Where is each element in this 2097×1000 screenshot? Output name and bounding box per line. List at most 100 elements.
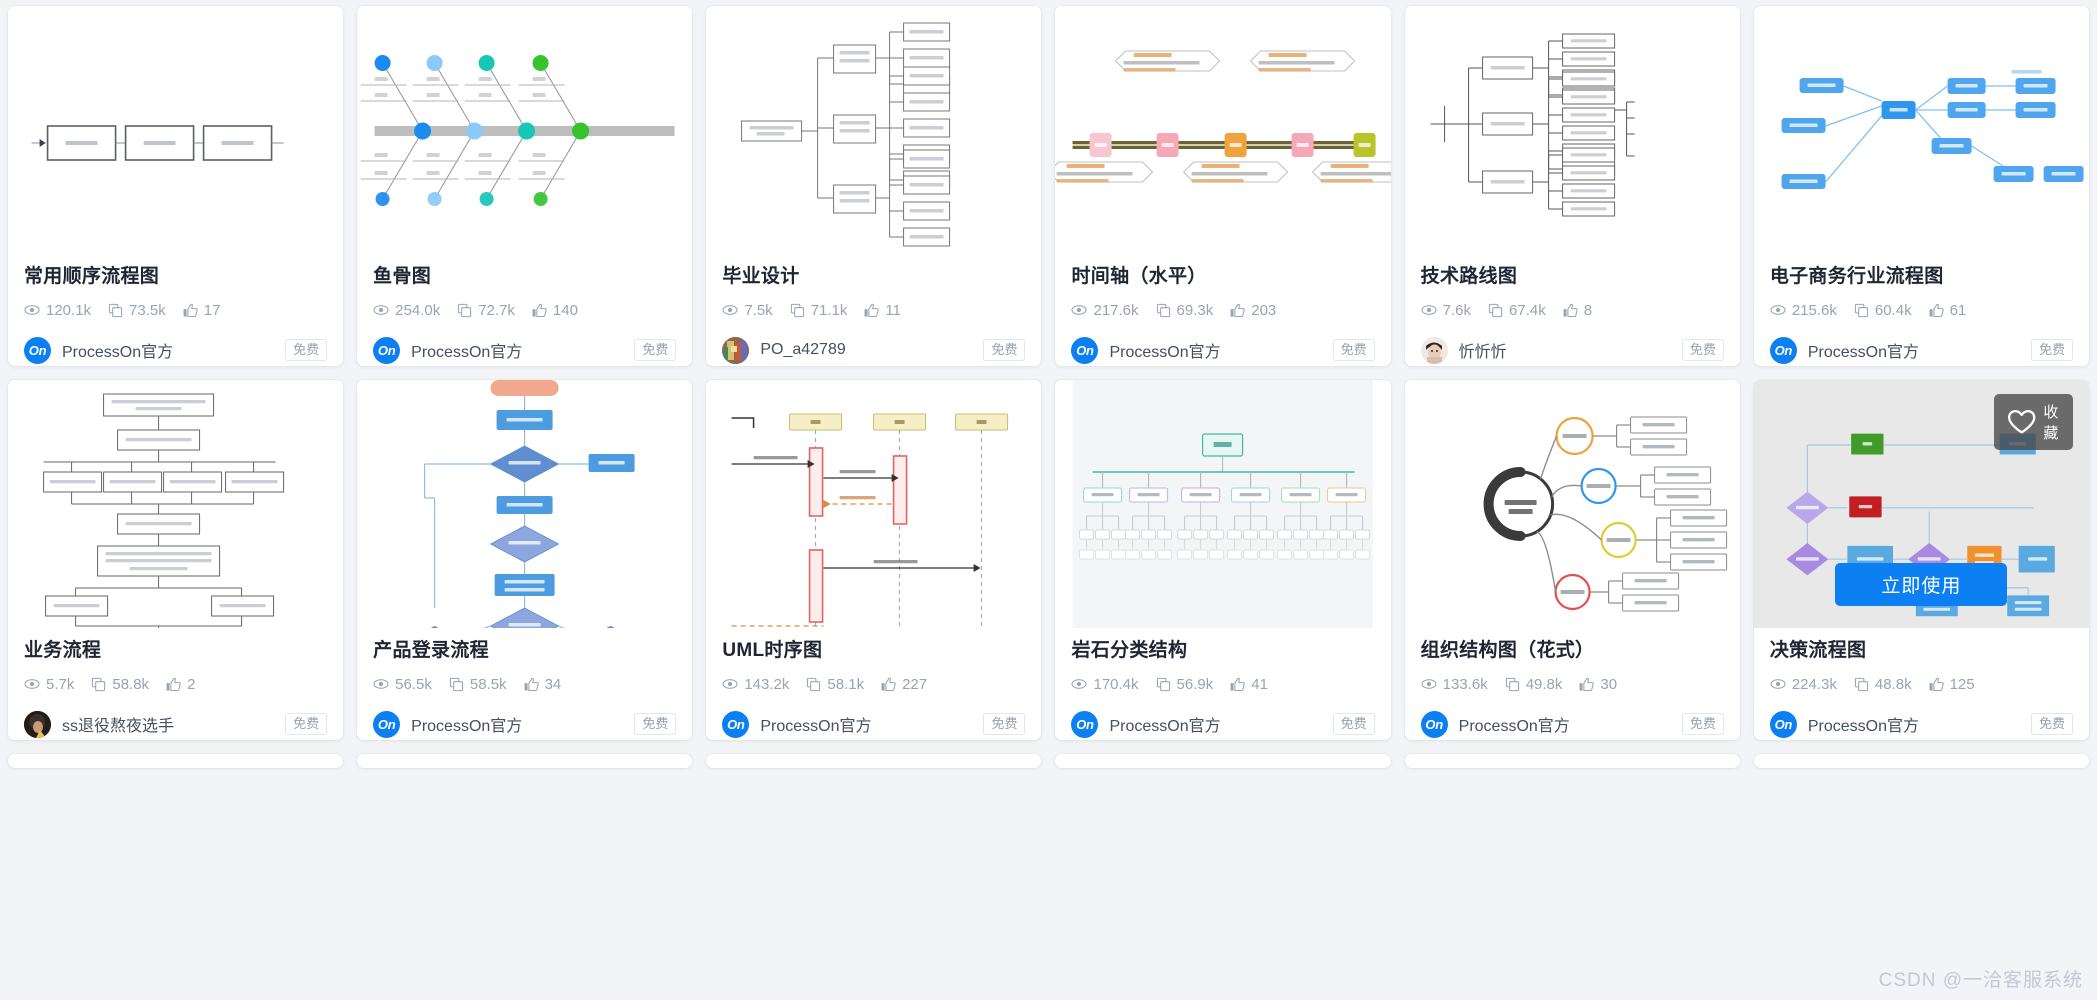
free-badge: 免费 (634, 339, 677, 362)
template-thumbnail[interactable] (1055, 6, 1391, 254)
template-card-peek[interactable] (8, 754, 344, 768)
template-thumbnail[interactable] (706, 380, 1042, 628)
views-count: 215.6k (1791, 301, 1837, 319)
template-author[interactable]: PO_a42789 免费 (722, 336, 1026, 364)
template-thumbnail[interactable] (706, 6, 1042, 254)
template-card[interactable]: 毕业设计 7.5k 71.1k 11 PO_a42789 免费 (706, 6, 1042, 366)
views-count: 217.6k (1093, 301, 1139, 319)
template-card-peek[interactable] (357, 754, 693, 768)
avatar (1420, 336, 1448, 364)
eye-icon (1071, 305, 1088, 316)
avatar: On (1769, 336, 1797, 364)
template-card-peek[interactable] (1404, 754, 1740, 768)
views-stat: 133.6k (1421, 676, 1488, 693)
thumbs-up-icon (524, 677, 539, 691)
template-card-peek[interactable] (1055, 754, 1391, 768)
free-badge: 免费 (285, 713, 328, 736)
template-author[interactable]: ss退役熬夜选手 免费 (24, 710, 328, 738)
views-stat: 254.0k (373, 302, 440, 319)
template-card[interactable]: UML时序图 143.2k 58.1k 227 On ProcessOn官方 免… (706, 380, 1042, 740)
copies-count: 69.3k (1176, 301, 1214, 319)
template-thumbnail[interactable] (1753, 6, 2089, 254)
template-thumbnail[interactable] (8, 380, 344, 628)
copies-count: 58.8k (112, 675, 150, 693)
template-card[interactable]: 产品登录流程 56.5k 58.5k 34 On ProcessOn官方 免费 (357, 380, 693, 740)
template-author[interactable]: On ProcessOn官方 免费 (1071, 336, 1375, 364)
template-card[interactable]: 电子商务行业流程图 215.6k 60.4k 61 On ProcessOn官方… (1753, 6, 2089, 366)
template-card[interactable]: 岩石分类结构 170.4k 56.9k 41 On ProcessOn官方 免费 (1055, 380, 1391, 740)
views-count: 5.7k (46, 675, 75, 693)
copy-icon (1156, 677, 1170, 691)
template-title: 产品登录流程 (373, 640, 489, 661)
card-meta: 鱼骨图 254.0k 72.7k 140 On ProcessOn官方 免费 (357, 254, 692, 366)
template-card[interactable]: 常用顺序流程图 120.1k 73.5k 17 On ProcessOn官方 免… (8, 6, 344, 366)
likes-count: 8 (1583, 301, 1593, 319)
free-badge: 免费 (1681, 339, 1724, 362)
copy-icon (790, 303, 804, 317)
views-stat: 56.5k (373, 676, 432, 693)
views-stat: 120.1k (24, 302, 91, 319)
template-author[interactable]: On ProcessOn官方 免费 (1769, 336, 2073, 364)
template-author[interactable]: On ProcessOn官方 免费 (1420, 710, 1724, 738)
template-author[interactable]: On ProcessOn官方 免费 (722, 710, 1026, 738)
likes-count: 17 (203, 301, 221, 319)
copies-stat: 72.7k (457, 302, 515, 319)
template-thumbnail[interactable] (1055, 380, 1391, 628)
template-thumbnail[interactable] (357, 380, 693, 628)
copies-stat: 58.5k (449, 676, 507, 693)
template-stats: 133.6k 49.8k 30 (1421, 676, 1724, 693)
template-card[interactable]: 时间轴（水平） 217.6k 69.3k 203 On ProcessOn官方 … (1055, 6, 1391, 366)
template-card[interactable]: 收藏 立即使用 决策流程图 224.3k 48.8k 125 On Proces… (1753, 380, 2089, 740)
template-thumbnail[interactable] (1404, 380, 1740, 628)
views-stat: 5.7k (24, 676, 74, 693)
watermark: CSDN @一洽客服系统 (1878, 970, 2083, 991)
likes-count: 61 (1949, 301, 1967, 319)
template-author[interactable]: On ProcessOn官方 免费 (24, 336, 328, 364)
template-card-peek[interactable] (706, 754, 1042, 768)
template-author[interactable]: On ProcessOn官方 免费 (373, 336, 677, 364)
copies-stat: 56.9k (1156, 676, 1213, 693)
views-stat: 224.3k (1770, 676, 1837, 693)
copy-icon (807, 677, 821, 691)
template-stats: 7.6k 67.4k 8 (1421, 302, 1724, 319)
eye-icon (24, 679, 40, 690)
copies-count: 48.8k (1874, 675, 1912, 693)
use-now-button[interactable]: 立即使用 (1835, 563, 2008, 606)
template-author[interactable]: On ProcessOn官方 免费 (1071, 710, 1375, 738)
copies-count: 72.7k (478, 301, 515, 319)
thumbnail-preview (424, 380, 635, 628)
template-card[interactable]: 组织结构图（花式） 133.6k 49.8k 30 On ProcessOn官方… (1404, 380, 1740, 740)
copy-icon (458, 303, 472, 317)
card-meta: 业务流程 5.7k 58.8k 2 ss退役熬夜选手 免费 (8, 628, 343, 740)
template-thumbnail[interactable] (8, 6, 344, 254)
copy-icon (1854, 677, 1868, 691)
views-count: 56.5k (395, 675, 432, 693)
template-stats: 120.1k 73.5k 17 (24, 302, 327, 319)
author-name: ProcessOn官方 (1807, 344, 1919, 362)
template-card-grid: 常用顺序流程图 120.1k 73.5k 17 On ProcessOn官方 免… (0, 0, 2097, 768)
template-title: 毕业设计 (722, 266, 800, 287)
template-thumbnail[interactable] (1404, 6, 1740, 254)
template-thumbnail[interactable] (357, 6, 693, 254)
eye-icon (722, 305, 738, 316)
favorite-button[interactable]: 收藏 (1993, 394, 2073, 450)
avatar: On (1071, 336, 1099, 364)
likes-count: 227 (902, 675, 928, 693)
copies-count: 71.1k (810, 301, 848, 319)
template-card[interactable]: 业务流程 5.7k 58.8k 2 ss退役熬夜选手 免费 (8, 380, 344, 740)
template-thumbnail[interactable]: 收藏 立即使用 (1753, 380, 2089, 628)
template-card-peek[interactable] (1753, 754, 2089, 768)
template-author[interactable]: On ProcessOn官方 免费 (1769, 710, 2073, 738)
template-author[interactable]: 忻忻忻 免费 (1420, 336, 1724, 364)
author-name: ss退役熬夜选手 (62, 718, 175, 736)
thumbs-up-icon (532, 303, 547, 317)
template-card[interactable]: 技术路线图 7.6k 67.4k 8 忻忻忻 免费 (1404, 6, 1740, 366)
avatar: On (1769, 710, 1797, 738)
copies-stat: 58.8k (91, 676, 149, 693)
card-meta: 决策流程图 224.3k 48.8k 125 On ProcessOn官方 免费 (1754, 628, 2089, 740)
views-count: 170.4k (1093, 675, 1139, 693)
template-card[interactable]: 鱼骨图 254.0k 72.7k 140 On ProcessOn官方 免费 (357, 6, 693, 366)
likes-stat: 2 (166, 676, 195, 693)
template-author[interactable]: On ProcessOn官方 免费 (373, 710, 677, 738)
author-name: ProcessOn官方 (760, 718, 872, 736)
